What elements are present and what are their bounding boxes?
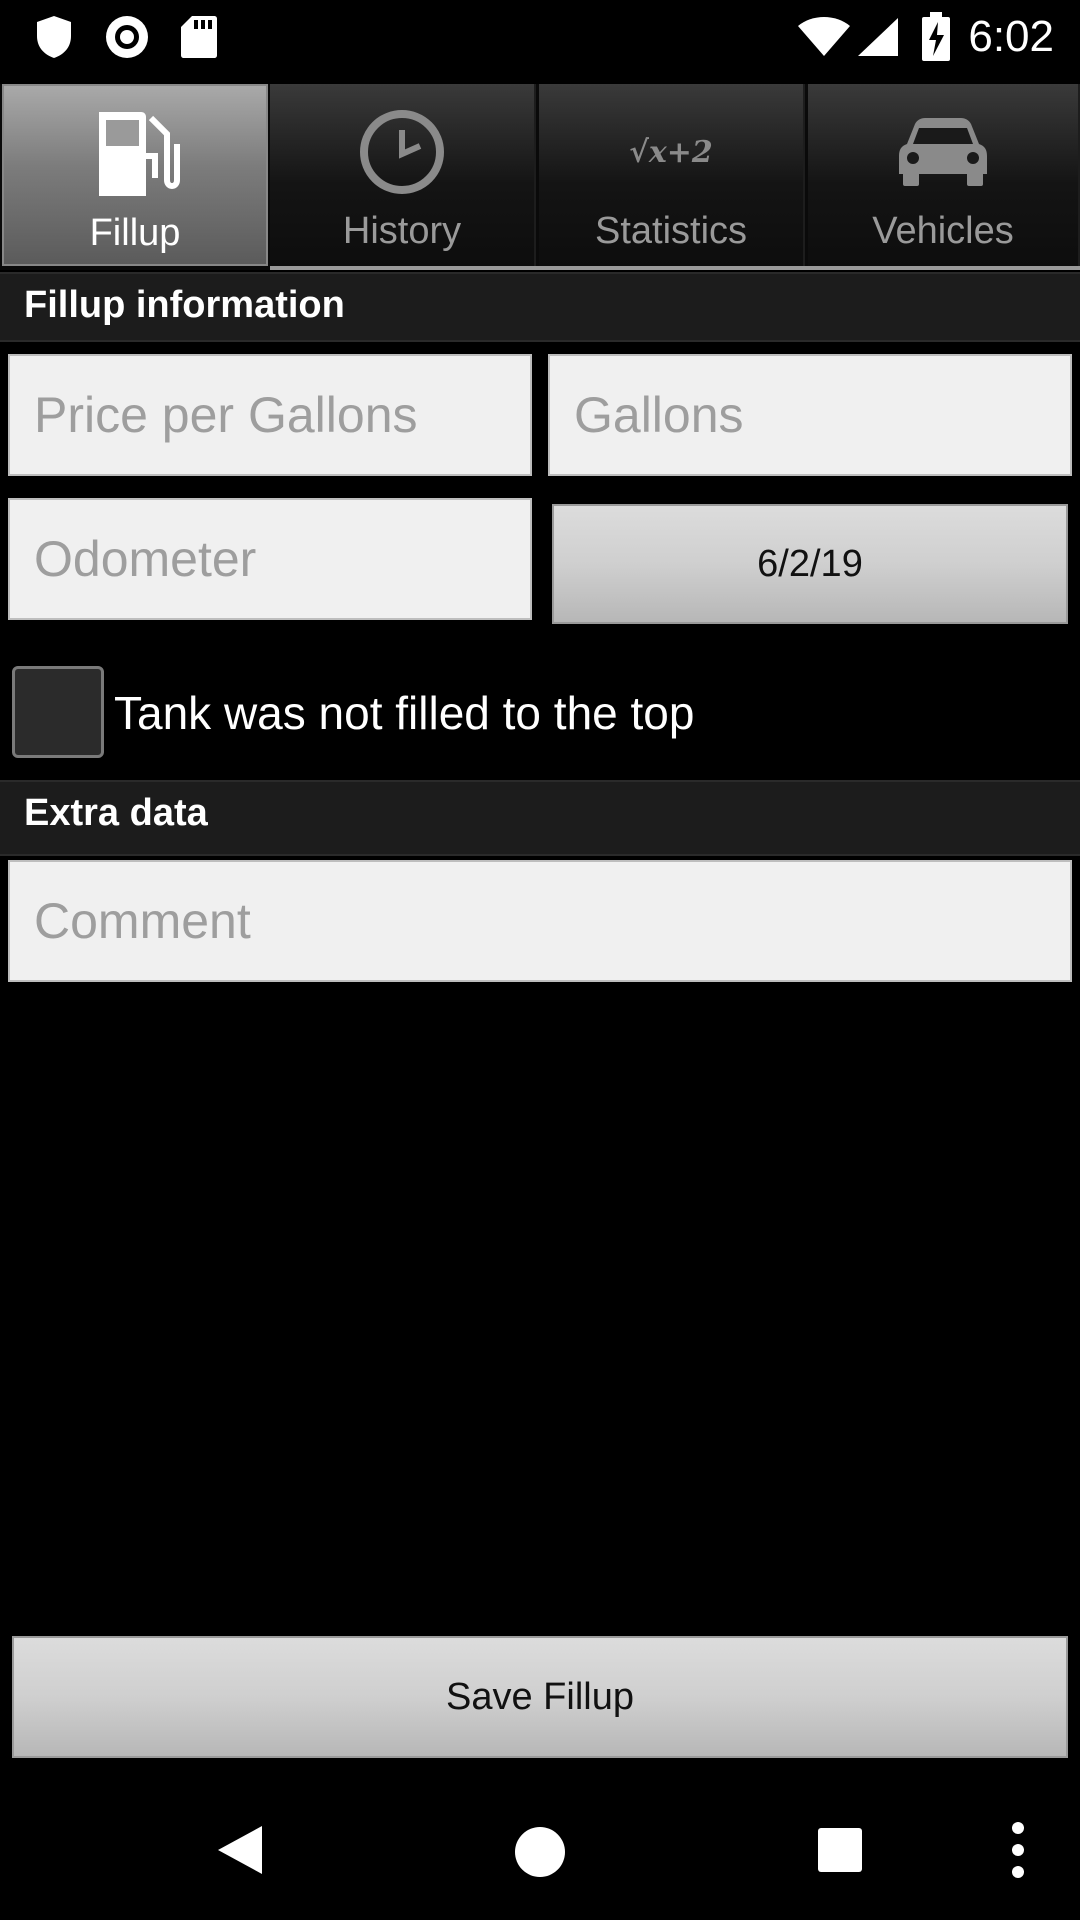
section-header-fillup: Fillup information <box>0 272 1080 342</box>
shield-icon <box>37 16 71 58</box>
recents-icon[interactable] <box>818 1828 862 1872</box>
record-icon <box>106 16 148 58</box>
tab-label: History <box>342 210 462 252</box>
status-bar: 6:02 <box>0 0 1080 84</box>
signal-icon <box>858 18 898 56</box>
car-icon <box>899 118 987 186</box>
tab-vehicles[interactable]: Vehicles <box>808 84 1080 266</box>
save-fillup-button[interactable]: Save Fillup <box>12 1636 1068 1758</box>
odometer-input[interactable] <box>8 498 532 620</box>
battery-charging-icon <box>922 12 950 61</box>
comment-input[interactable] <box>8 860 1072 982</box>
section-title: Fillup information <box>24 284 345 326</box>
tab-underline <box>270 266 1080 270</box>
gallons-input[interactable] <box>548 354 1072 476</box>
home-icon[interactable] <box>514 1826 566 1878</box>
tab-history[interactable]: History <box>270 84 536 266</box>
date-picker-button[interactable]: 6/2/19 <box>552 504 1068 624</box>
formula-icon: √x+2 <box>629 134 713 170</box>
tab-fillup[interactable]: Fillup <box>2 84 268 266</box>
navigation-bar <box>0 1776 1080 1920</box>
overflow-menu-icon[interactable] <box>1010 1820 1026 1880</box>
tab-statistics[interactable]: √x+2 Statistics <box>539 84 805 266</box>
tab-label: Fillup <box>89 212 181 254</box>
clock-icon <box>360 110 444 194</box>
fuel-pump-icon <box>99 112 180 196</box>
partial-fill-checkbox[interactable] <box>12 666 104 758</box>
section-title: Extra data <box>24 792 208 834</box>
sd-card-icon <box>181 16 217 58</box>
status-time: 6:02 <box>968 12 1054 61</box>
tab-bar: Fillup History √x+2 Statistics Vehicles <box>0 84 1080 270</box>
section-header-extra: Extra data <box>0 780 1080 856</box>
price-per-gallon-input[interactable] <box>8 354 532 476</box>
tab-label: Vehicles <box>872 210 1014 252</box>
wifi-icon <box>798 17 850 56</box>
partial-fill-label: Tank was not filled to the top <box>114 687 695 739</box>
tab-label: Statistics <box>594 210 748 252</box>
back-icon[interactable] <box>216 1824 264 1876</box>
